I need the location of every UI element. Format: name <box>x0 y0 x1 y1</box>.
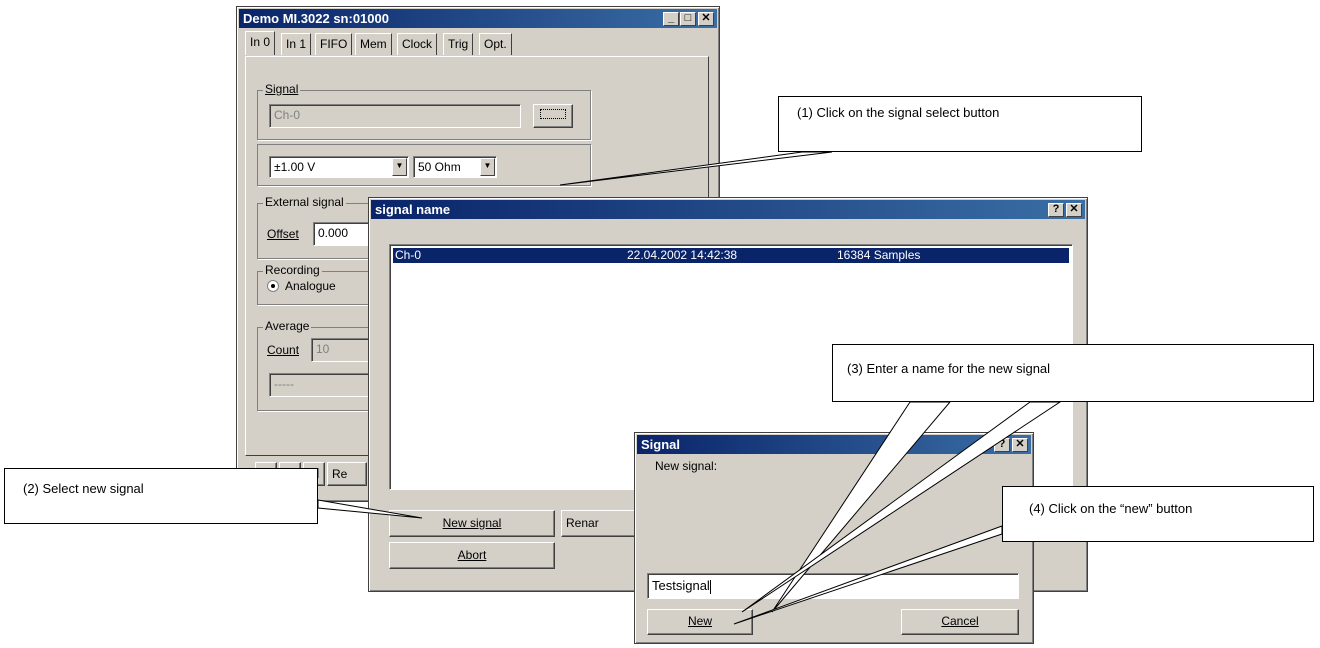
maximize-icon[interactable]: □ <box>680 12 696 26</box>
analogue-radio[interactable] <box>267 280 279 292</box>
cancel-button[interactable]: Cancel <box>901 609 1019 635</box>
new-button[interactable]: New <box>647 609 753 635</box>
callout-3: (3) Enter a name for the new signal <box>832 344 1314 402</box>
average-label: Average <box>263 319 312 333</box>
callout-1: (1) Click on the signal select button <box>778 96 1142 152</box>
tab-fifo[interactable]: FIFO <box>315 33 353 55</box>
callout-4: (4) Click on the “new” button <box>1002 486 1314 542</box>
close-icon[interactable]: ✕ <box>1012 438 1028 452</box>
signal-dialog-title: Signal <box>641 437 681 452</box>
abort-button[interactable]: Abort <box>389 542 555 569</box>
ellipsis-icon <box>540 109 566 119</box>
callout-2: (2) Select new signal <box>4 468 318 524</box>
list-item-date: 22.04.2002 14:42:38 <box>627 248 738 262</box>
impedance-select[interactable]: 50 Ohm ▼ <box>413 156 497 178</box>
chevron-down-icon[interactable]: ▼ <box>480 158 495 176</box>
tab-strip: In 0 In 1 FIFO Mem Clock Trig Opt. <box>245 31 585 57</box>
recording-label: Recording <box>263 263 322 277</box>
tab-in1[interactable]: In 1 <box>281 33 312 55</box>
external-signal-label: External signal <box>263 195 346 209</box>
signal-dialog: Signal ? ✕ New signal: Testsignal New Ca… <box>634 432 1034 644</box>
tab-trig[interactable]: Trig <box>443 33 474 55</box>
list-item[interactable]: Ch-0 22.04.2002 14:42:38 16384 Samples <box>393 248 1069 263</box>
help-icon[interactable]: ? <box>994 438 1010 452</box>
tab-opt[interactable]: Opt. <box>479 33 512 55</box>
new-signal-button[interactable]: New signal <box>389 510 555 537</box>
radio-dot-icon <box>271 284 275 288</box>
offset-label: Offset <box>267 227 299 241</box>
main-window-title: Demo MI.3022 sn:01000 <box>243 11 389 26</box>
signal-name-title: signal name <box>375 202 451 217</box>
signal-field: Ch-0 <box>269 104 521 128</box>
analogue-label: Analogue <box>285 279 336 293</box>
signal-group-label: Signal <box>263 82 301 96</box>
rename-button[interactable]: Renar <box>561 510 641 537</box>
help-icon[interactable]: ? <box>1048 203 1064 217</box>
list-item-samples: 16384 Samples <box>837 248 921 262</box>
main-window-titlebar[interactable]: Demo MI.3022 sn:01000 _ □ ✕ <box>239 9 717 28</box>
signal-dialog-titlebar[interactable]: Signal ? ✕ <box>637 435 1031 454</box>
signal-name-titlebar[interactable]: signal name ? ✕ <box>371 200 1085 219</box>
minimize-icon[interactable]: _ <box>663 12 679 26</box>
chevron-down-icon[interactable]: ▼ <box>392 158 407 176</box>
signal-select-button[interactable] <box>533 104 573 128</box>
signal-name-input[interactable]: Testsignal <box>647 573 1019 599</box>
close-icon[interactable]: ✕ <box>1066 203 1082 217</box>
re-button[interactable]: Re <box>327 462 367 486</box>
new-signal-prompt: New signal: <box>655 459 718 473</box>
close-icon[interactable]: ✕ <box>698 12 714 26</box>
tab-in0[interactable]: In 0 <box>245 31 276 55</box>
range-select[interactable]: ±1.00 V ▼ <box>269 156 409 178</box>
tab-clock[interactable]: Clock <box>397 33 438 55</box>
text-cursor <box>709 579 711 594</box>
tab-mem[interactable]: Mem <box>355 33 392 55</box>
list-item-name: Ch-0 <box>395 248 422 262</box>
count-label: Count <box>267 343 300 357</box>
